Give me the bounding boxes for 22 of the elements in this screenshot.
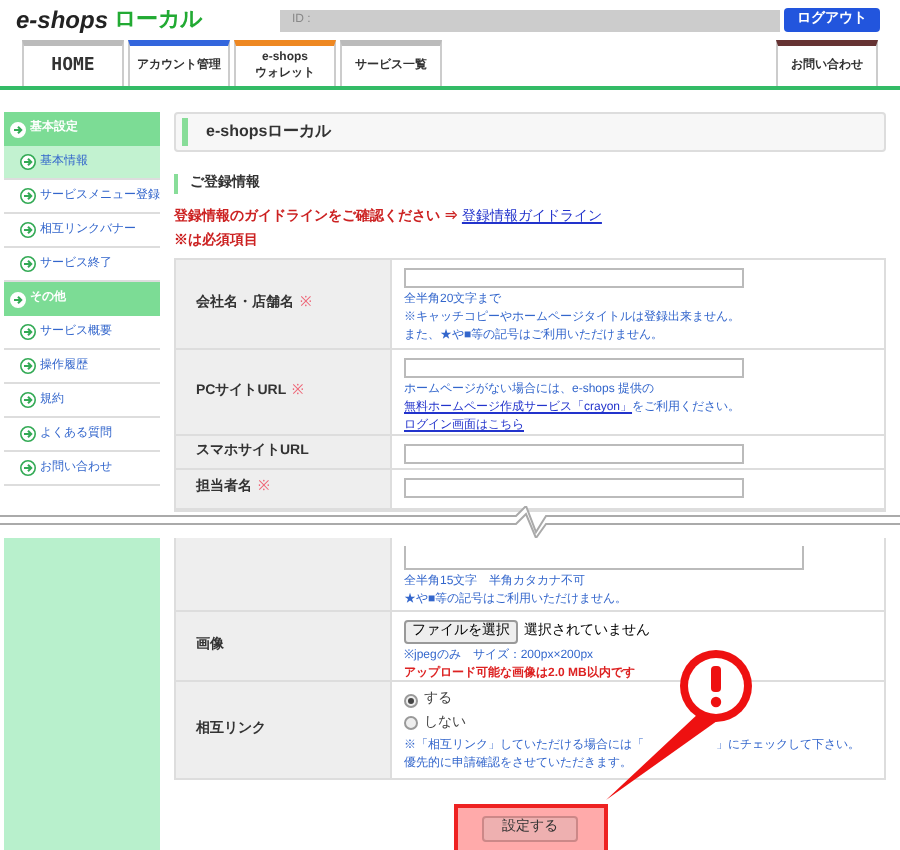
arrow-circle-icon: [20, 426, 36, 442]
arrow-circle-icon: [20, 460, 36, 476]
arrow-circle-icon: [20, 154, 36, 170]
arrow-circle-icon: [20, 324, 36, 340]
arrow-circle-icon: [20, 222, 36, 238]
arrow-circle-icon: [10, 121, 26, 137]
radio-button[interactable]: [404, 716, 418, 731]
page-title-bar: e-shopsローカル: [174, 112, 886, 152]
nav-tab[interactable]: HOME: [22, 40, 124, 86]
radio-button[interactable]: [404, 693, 418, 708]
arrow-circle-icon: [20, 256, 36, 272]
logo-text: e-shops: [16, 8, 109, 32]
text-area[interactable]: [404, 546, 804, 570]
logo-text: ローカル: [114, 10, 203, 32]
arrow-circle-icon: [20, 358, 36, 374]
arrow-circle-icon: [10, 291, 26, 307]
arrow-circle-icon: [20, 188, 36, 204]
text-field[interactable]: [404, 358, 744, 378]
arrow-circle-icon: [20, 392, 36, 408]
text-field[interactable]: [404, 478, 744, 498]
text-field[interactable]: [404, 268, 744, 288]
text-field[interactable]: [404, 444, 744, 464]
